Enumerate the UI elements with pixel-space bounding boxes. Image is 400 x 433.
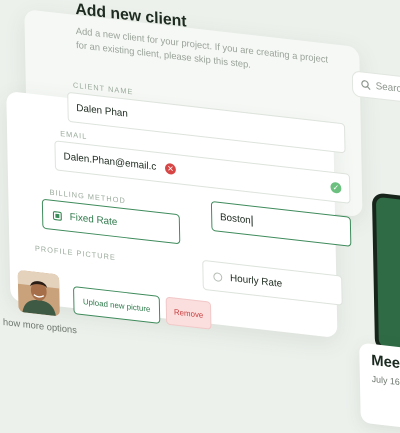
side-panel-image	[371, 192, 400, 358]
city-value: Boston	[219, 211, 251, 226]
avatar-photo	[17, 269, 60, 317]
hourly-rate-label: Hourly Rate	[230, 272, 283, 290]
error-x-icon[interactable]: ✕	[164, 162, 176, 176]
radio-unchecked-icon	[213, 271, 223, 282]
search-icon	[361, 80, 371, 91]
tilted-scene: Search Mee July 16 Add new client Add a …	[0, 0, 400, 433]
text-cursor	[251, 215, 253, 227]
show-more-options-link[interactable]: how more options	[3, 317, 77, 336]
checked-checkbox-icon	[52, 210, 62, 221]
remove-picture-button[interactable]: Remove	[165, 296, 212, 330]
meeting-title: Mee	[371, 351, 400, 373]
meeting-card[interactable]: Mee July 16	[359, 342, 400, 433]
client-name-value: Dalen Phan	[76, 102, 128, 120]
check-circle-icon: ✓	[330, 181, 342, 194]
email-value: Dalen.Phan@email.c	[63, 150, 157, 173]
avatar	[17, 269, 60, 317]
search-placeholder: Search	[375, 80, 400, 96]
meeting-date: July 16	[371, 373, 400, 388]
fixed-rate-label: Fixed Rate	[69, 211, 118, 228]
